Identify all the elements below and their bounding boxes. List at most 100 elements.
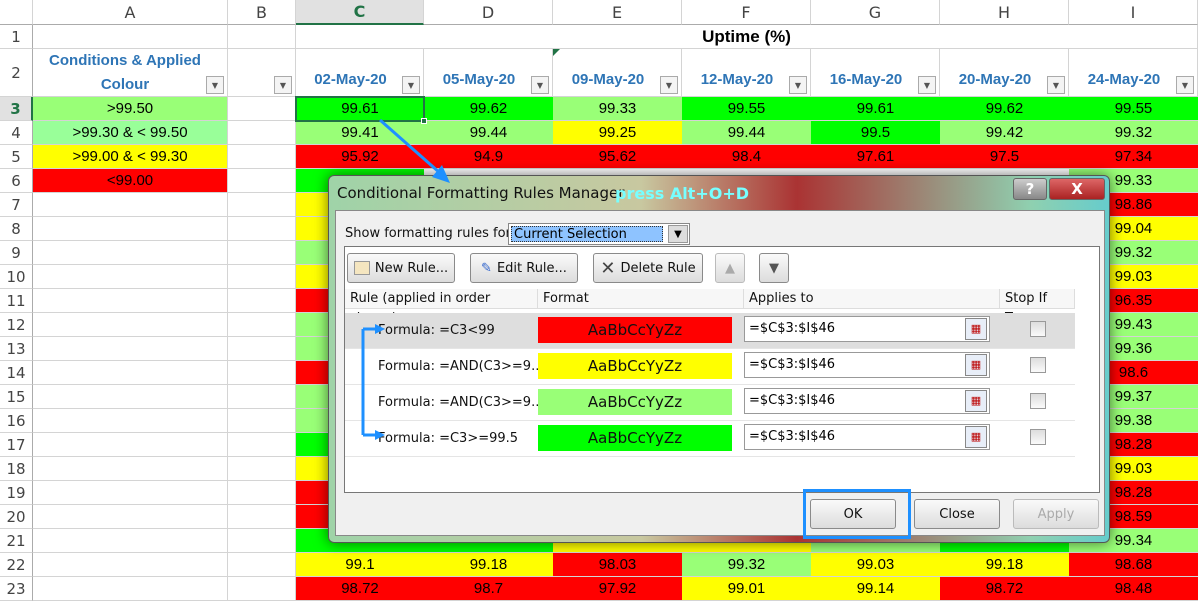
uptime-cell[interactable]: 99.33	[553, 97, 682, 121]
apply-button[interactable]: Apply	[1013, 499, 1099, 529]
uptime-cell[interactable]: 99.32	[682, 553, 811, 577]
cell[interactable]	[228, 25, 296, 49]
column-header-c[interactable]: C	[296, 0, 424, 25]
row-header-19[interactable]: 19	[0, 481, 33, 505]
uptime-cell[interactable]: 99.55	[682, 97, 811, 121]
range-picker-icon[interactable]: ▦	[965, 390, 987, 412]
row-header-1[interactable]: 1	[0, 25, 33, 49]
cell[interactable]	[228, 337, 296, 361]
row-header-17[interactable]: 17	[0, 433, 33, 457]
filter-dropdown-date[interactable]: ▼	[1047, 76, 1065, 94]
cell[interactable]	[228, 313, 296, 337]
uptime-cell[interactable]: 97.61	[811, 145, 940, 169]
rule-row[interactable]: Formula: =AND(C3>=9... AaBbCcYyZz =$C$3:$I…	[345, 385, 1075, 421]
filter-dropdown-date[interactable]: ▼	[918, 76, 936, 94]
uptime-cell[interactable]: 99.55	[1069, 97, 1198, 121]
cell[interactable]	[33, 217, 228, 241]
applies-to-input[interactable]: =$C$3:$I$46 ▦	[744, 424, 990, 450]
filter-dropdown-date[interactable]: ▼	[402, 76, 420, 94]
cell[interactable]	[33, 361, 228, 385]
uptime-cell[interactable]: 99.5	[811, 121, 940, 145]
column-header-h[interactable]: H	[940, 0, 1069, 25]
uptime-cell[interactable]: 98.7	[424, 577, 553, 601]
cell[interactable]	[228, 433, 296, 457]
uptime-cell[interactable]: 99.32	[1069, 121, 1198, 145]
move-up-button[interactable]: ▲	[715, 253, 745, 283]
uptime-cell[interactable]: 98.03	[553, 553, 682, 577]
cell[interactable]	[33, 481, 228, 505]
cell[interactable]	[33, 241, 228, 265]
row-header-6[interactable]: 6	[0, 169, 33, 193]
cell[interactable]	[33, 529, 228, 553]
row-header-8[interactable]: 8	[0, 217, 33, 241]
cell[interactable]	[33, 193, 228, 217]
cell[interactable]	[228, 385, 296, 409]
cell[interactable]	[228, 505, 296, 529]
uptime-cell[interactable]: 99.03	[811, 553, 940, 577]
uptime-cell[interactable]: 97.5	[940, 145, 1069, 169]
cell[interactable]	[228, 289, 296, 313]
cell[interactable]	[33, 385, 228, 409]
row-header-15[interactable]: 15	[0, 385, 33, 409]
row-header-12[interactable]: 12	[0, 313, 33, 337]
cell[interactable]	[33, 505, 228, 529]
uptime-cell[interactable]: 99.1	[296, 553, 424, 577]
cell[interactable]	[33, 577, 228, 601]
cell[interactable]	[228, 529, 296, 553]
cell[interactable]	[33, 409, 228, 433]
cell[interactable]	[228, 241, 296, 265]
cell[interactable]	[228, 553, 296, 577]
cell[interactable]	[228, 577, 296, 601]
cell[interactable]	[228, 193, 296, 217]
rule-row[interactable]: Formula: =C3>=99.5 AaBbCcYyZz =$C$3:$I$46 ▦	[345, 421, 1075, 457]
cell[interactable]	[33, 25, 228, 49]
cell[interactable]	[228, 409, 296, 433]
uptime-cell[interactable]: 99.14	[811, 577, 940, 601]
filter-dropdown-date[interactable]: ▼	[660, 76, 678, 94]
uptime-cell[interactable]: 99.18	[424, 553, 553, 577]
rule-row[interactable]: Formula: =C3<99 AaBbCcYyZz =$C$3:$I$46 ▦	[345, 313, 1075, 349]
range-picker-icon[interactable]: ▦	[965, 354, 987, 376]
ok-button[interactable]: OK	[810, 499, 896, 529]
applies-to-input[interactable]: =$C$3:$I$46 ▦	[744, 352, 990, 378]
range-picker-icon[interactable]: ▦	[965, 318, 987, 340]
uptime-cell[interactable]: 97.92	[553, 577, 682, 601]
filter-dropdown-date[interactable]: ▼	[1176, 76, 1194, 94]
row-header-14[interactable]: 14	[0, 361, 33, 385]
uptime-cell[interactable]: 98.48	[1069, 577, 1198, 601]
row-header-10[interactable]: 10	[0, 265, 33, 289]
cell[interactable]	[228, 481, 296, 505]
cell[interactable]	[228, 97, 296, 121]
cell[interactable]	[228, 145, 296, 169]
column-header-i[interactable]: I	[1069, 0, 1198, 25]
cell[interactable]	[33, 553, 228, 577]
row-header-7[interactable]: 7	[0, 193, 33, 217]
uptime-cell[interactable]: 98.72	[940, 577, 1069, 601]
row-header-2[interactable]: 2	[0, 49, 33, 97]
uptime-cell[interactable]: 99.18	[940, 553, 1069, 577]
applies-to-input[interactable]: =$C$3:$I$46 ▦	[744, 316, 990, 342]
row-header-23[interactable]: 23	[0, 577, 33, 601]
row-header-21[interactable]: 21	[0, 529, 33, 553]
filter-dropdown-date[interactable]: ▼	[531, 76, 549, 94]
filter-dropdown-a[interactable]: ▼	[206, 76, 224, 94]
applies-to-input[interactable]: =$C$3:$I$46 ▦	[744, 388, 990, 414]
show-rules-for-select[interactable]: Current Selection ▼	[508, 223, 690, 245]
uptime-cell[interactable]: 98.68	[1069, 553, 1198, 577]
cell[interactable]	[33, 289, 228, 313]
cell[interactable]	[33, 313, 228, 337]
close-button[interactable]: Close	[914, 499, 1000, 529]
cell[interactable]	[228, 121, 296, 145]
uptime-cell[interactable]: 99.61	[811, 97, 940, 121]
row-header-5[interactable]: 5	[0, 145, 33, 169]
uptime-cell[interactable]: 98.72	[296, 577, 424, 601]
uptime-cell[interactable]: 97.34	[1069, 145, 1198, 169]
stop-if-true-checkbox[interactable]	[1030, 357, 1046, 373]
column-header-d[interactable]: D	[424, 0, 553, 25]
column-header-g[interactable]: G	[811, 0, 940, 25]
row-header-3[interactable]: 3	[0, 97, 33, 121]
rule-row[interactable]: Formula: =AND(C3>=9... AaBbCcYyZz =$C$3:$I…	[345, 349, 1075, 385]
select-all-corner[interactable]	[0, 0, 33, 25]
filter-dropdown-date[interactable]: ▼	[789, 76, 807, 94]
row-header-18[interactable]: 18	[0, 457, 33, 481]
